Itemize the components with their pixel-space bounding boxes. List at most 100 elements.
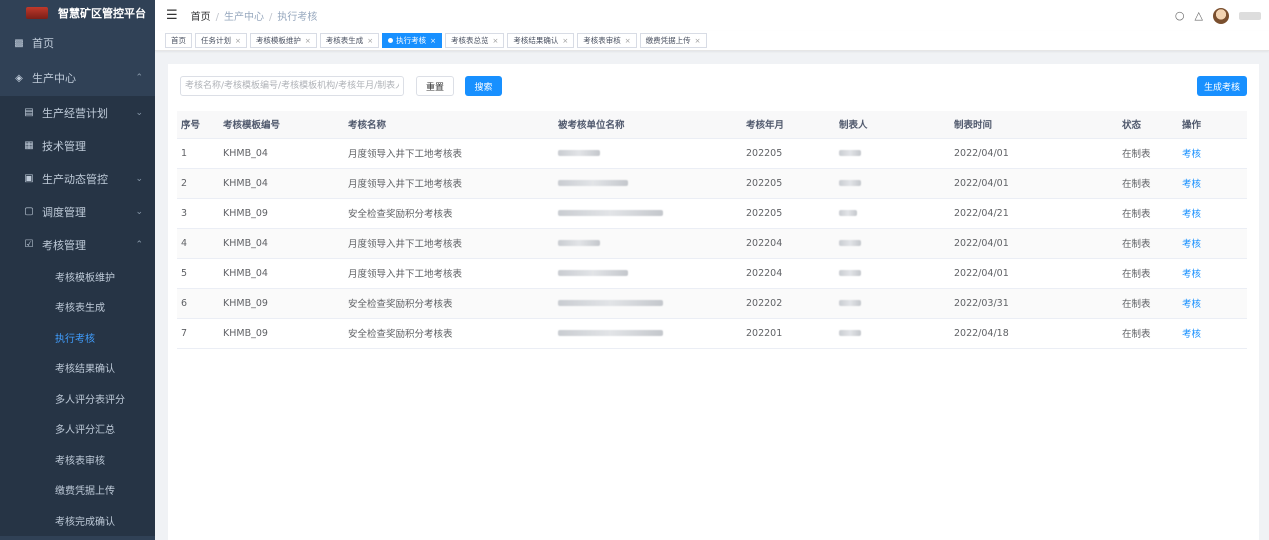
generate-assessment-button[interactable]: 生成考核	[1197, 76, 1247, 96]
cell-time: 2022/03/31	[950, 288, 1118, 319]
cell-status: 在制表	[1118, 318, 1178, 349]
sidebar-item-label: 生产动态管控	[42, 172, 108, 186]
sidebar-item-payment-upload[interactable]: 缴费凭据上传	[0, 475, 155, 506]
assess-link[interactable]: 考核	[1182, 329, 1201, 340]
cell-status: 在制表	[1118, 168, 1178, 199]
close-icon[interactable]: ×	[493, 37, 499, 45]
redacted-creator	[839, 210, 857, 216]
cell-template-code: KHMB_09	[219, 318, 344, 349]
cell-template-code: KHMB_04	[219, 138, 344, 169]
cell-unit	[554, 318, 742, 349]
tag-result-confirm[interactable]: 考核结果确认 ×	[507, 33, 575, 48]
cell-creator	[835, 138, 950, 169]
assess-link[interactable]: 考核	[1182, 149, 1201, 160]
breadcrumb-separator: /	[215, 12, 220, 23]
tag-payment-upload[interactable]: 缴费凭据上传 ×	[639, 33, 707, 48]
cell-unit	[554, 138, 742, 169]
tag-form-overview[interactable]: 考核表总览 ×	[445, 33, 505, 48]
sidebar-item-form-generate[interactable]: 考核表生成	[0, 292, 155, 323]
sidebar-item-multi-summary[interactable]: 多人评分汇总	[0, 414, 155, 445]
board-icon: ▤	[24, 107, 34, 118]
close-icon[interactable]: ×	[562, 37, 568, 45]
tag-template-maintenance[interactable]: 考核模板维护 ×	[249, 33, 317, 48]
navbar-actions: ○ △	[1175, 0, 1261, 31]
table-row[interactable]: 7 KHMB_09 安全检查奖励积分考核表 202201 2022/04/18 在制表 考核	[177, 318, 1247, 349]
assess-link[interactable]: 考核	[1182, 269, 1201, 280]
sidebar-item-assessment[interactable]: ☑ 考核管理 ⌃	[0, 228, 155, 261]
tag-label: 考核表审核	[583, 36, 621, 45]
col-header-action: 操作	[1178, 111, 1247, 139]
cell-status: 在制表	[1118, 198, 1178, 229]
sidebar-item-form-review[interactable]: 考核表审核	[0, 444, 155, 475]
sidebar-item-multi-scoring[interactable]: 多人评分表评分	[0, 383, 155, 414]
sidebar-item-label: 考核表审核	[55, 455, 105, 467]
close-icon[interactable]: ×	[625, 37, 631, 45]
assess-link[interactable]: 考核	[1182, 299, 1201, 310]
breadcrumb-home[interactable]: 首页	[191, 12, 211, 23]
table-row[interactable]: 1 KHMB_04 月度领导入井下工地考核表 202205 2022/04/01 在制表考…	[177, 138, 1247, 169]
close-icon[interactable]: ×	[695, 37, 701, 45]
col-header-status: 状态	[1118, 111, 1178, 139]
sidebar-item-label: 缴费凭据上传	[55, 486, 115, 498]
cell-no: 4	[177, 228, 219, 259]
sidebar-item-dispatch[interactable]: ▢ 调度管理 ⌄	[0, 195, 155, 228]
sidebar-item-label: 考核结果确认	[55, 364, 115, 376]
search-input[interactable]	[180, 76, 404, 96]
table-row[interactable]: 3 KHMB_09 安全检查奖励积分考核表 202205 2022/04/21 在制表 考核	[177, 198, 1247, 229]
breadcrumb-production-center[interactable]: 生产中心	[224, 12, 264, 23]
redacted-unit-name	[558, 210, 663, 216]
assess-link[interactable]: 考核	[1182, 179, 1201, 190]
search-icon[interactable]: ○	[1175, 9, 1185, 22]
redacted-unit-name	[558, 180, 628, 186]
breadcrumb: 首页 / 生产中心 / 执行考核	[191, 8, 318, 23]
production-submenu: ▤ 生产经营计划 ⌄ ▦ 技术管理 ▣ 生产动态管控 ⌄ ▢ 调度管理 ⌄ ☑ …	[0, 96, 155, 536]
chevron-down-icon: ⌄	[135, 107, 143, 118]
sidebar-item-business-plan[interactable]: ▤ 生产经营计划 ⌄	[0, 96, 155, 129]
assess-link[interactable]: 考核	[1182, 239, 1201, 250]
table-header-row: 序号 考核模板编号 考核名称 被考核单位名称 考核年月 制表人 制表时间 状态 …	[177, 111, 1247, 139]
tag-task-plan[interactable]: 任务计划 ×	[195, 33, 247, 48]
cell-template-code: KHMB_04	[219, 168, 344, 199]
table-row[interactable]: 4 KHMB_04 月度领导入井下工地考核表 202204 2022/04/01 在制表考…	[177, 228, 1247, 259]
cell-action: 考核	[1178, 198, 1247, 229]
search-button[interactable]: 搜索	[465, 76, 502, 96]
table-row[interactable]: 5 KHMB_04 月度领导入井下工地考核表 202204 2022/04/01 在制表考…	[177, 258, 1247, 289]
assess-link[interactable]: 考核	[1182, 209, 1201, 220]
cell-period: 202205	[742, 138, 835, 169]
col-header-period: 考核年月	[742, 111, 835, 139]
doc-icon: ▦	[24, 140, 34, 151]
close-icon[interactable]: ×	[367, 37, 373, 45]
reset-button[interactable]: 重置	[416, 76, 454, 96]
cell-status: 在制表	[1118, 288, 1178, 319]
sidebar-item-dynamic-control[interactable]: ▣ 生产动态管控 ⌄	[0, 162, 155, 195]
redacted-creator	[839, 150, 861, 156]
sidebar-item-production-center[interactable]: ◈ 生产中心 ⌃	[0, 60, 155, 96]
table-row[interactable]: 6 KHMB_09 安全检查奖励积分考核表 202202 2022/03/31 在制表 考核	[177, 288, 1247, 319]
tag-form-review[interactable]: 考核表审核 ×	[577, 33, 637, 48]
close-icon[interactable]: ×	[305, 37, 311, 45]
cell-no: 3	[177, 198, 219, 229]
sidebar-item-execute-assessment[interactable]: 执行考核	[0, 322, 155, 353]
sidebar-item-tech-management[interactable]: ▦ 技术管理	[0, 129, 155, 162]
redacted-creator	[839, 240, 861, 246]
close-icon[interactable]: ×	[235, 37, 241, 45]
close-icon[interactable]: ×	[430, 37, 436, 45]
cell-template-code: KHMB_04	[219, 258, 344, 289]
tag-home[interactable]: 首页	[165, 33, 192, 48]
tag-form-generate[interactable]: 考核表生成 ×	[319, 33, 380, 48]
sidebar-item-completion-confirm[interactable]: 考核完成确认	[0, 505, 155, 536]
table-row[interactable]: 2 KHMB_04 月度领导入井下工地考核表 202205 2022/04/01 在制表考…	[177, 168, 1247, 199]
bell-icon[interactable]: △	[1195, 9, 1203, 22]
sidebar-item-template-maintenance[interactable]: 考核模板维护	[0, 261, 155, 292]
col-header-template-code: 考核模板编号	[219, 111, 344, 139]
cell-period: 202204	[742, 228, 835, 259]
hamburger-icon[interactable]: ☰	[166, 8, 178, 23]
redacted-creator	[839, 300, 861, 306]
sidebar-item-label: 考核表生成	[55, 303, 105, 315]
username-redacted[interactable]	[1239, 11, 1261, 20]
tag-label: 考核模板维护	[255, 36, 301, 45]
tag-execute-assessment[interactable]: 执行考核 ×	[382, 33, 442, 48]
avatar[interactable]	[1213, 7, 1229, 24]
sidebar-item-result-confirm[interactable]: 考核结果确认	[0, 353, 155, 384]
sidebar-item-home[interactable]: ▩ 首页	[0, 26, 155, 60]
